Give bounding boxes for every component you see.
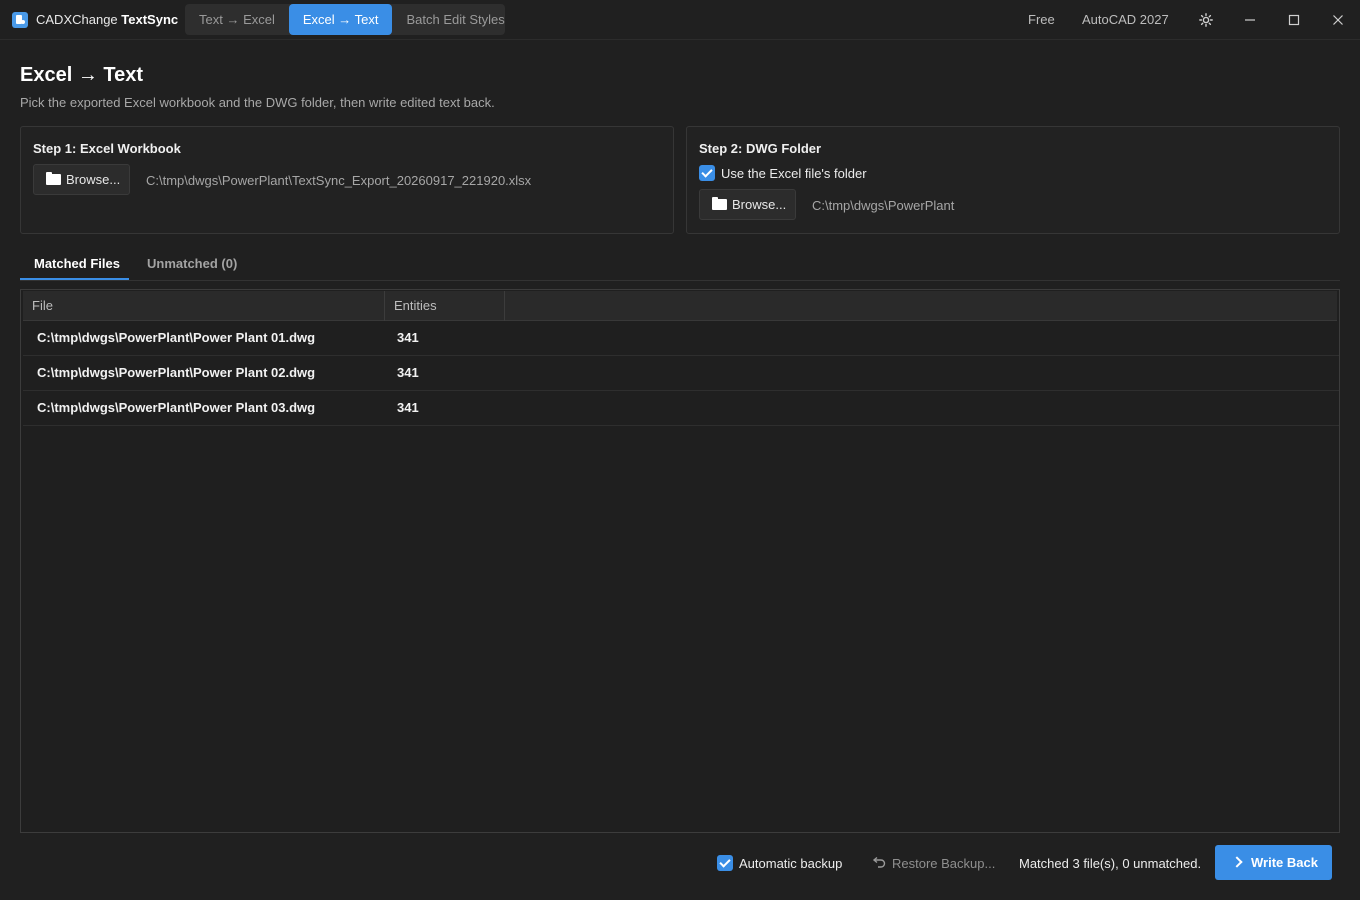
use-excel-folder-label: Use the Excel file's folder (721, 166, 867, 181)
column-header-file[interactable]: File (23, 291, 385, 321)
cell-entities: 341 (397, 400, 419, 415)
app-title: CADXChange TextSync (36, 12, 179, 27)
table-row[interactable]: C:\tmp\dwgs\PowerPlant\Power Plant 02.dw… (23, 356, 1339, 391)
sun-icon[interactable] (1199, 13, 1213, 27)
column-header-entities[interactable]: Entities (385, 291, 505, 321)
license-label: Free (1028, 12, 1055, 27)
restore-backup-button[interactable]: Restore Backup... (892, 856, 995, 871)
tabs-divider (20, 280, 1340, 281)
chevron-right-icon (1231, 856, 1243, 868)
maximize-icon[interactable] (1272, 0, 1316, 40)
step1-path: C:\tmp\dwgs\PowerPlant\TextSync_Export_2… (146, 173, 532, 188)
table-row[interactable]: C:\tmp\dwgs\PowerPlant\Power Plant 03.dw… (23, 391, 1339, 426)
tab-unmatched[interactable]: Unmatched (0) (147, 256, 237, 271)
step1-browse-button[interactable]: Browse... (33, 164, 130, 195)
use-excel-folder-checkbox[interactable] (699, 165, 715, 181)
step1-panel: Step 1: Excel Workbook Browse... C:\tmp\… (20, 126, 674, 234)
page-subtitle: Pick the exported Excel workbook and the… (20, 95, 495, 110)
cell-file: C:\tmp\dwgs\PowerPlant\Power Plant 02.dw… (37, 365, 316, 380)
cell-file: C:\tmp\dwgs\PowerPlant\Power Plant 03.dw… (37, 400, 316, 415)
step1-title: Step 1: Excel Workbook (33, 141, 181, 156)
cell-entities: 341 (397, 365, 419, 380)
tab-text-to-excel[interactable]: Text → Excel (185, 4, 289, 35)
matched-files-table[interactable]: File Entities C:\tmp\dwgs\PowerPlant\Pow… (20, 289, 1340, 833)
active-tab-indicator (20, 278, 129, 280)
host-app-label[interactable]: AutoCAD 2027 (1082, 0, 1169, 40)
step2-path: C:\tmp\dwgs\PowerPlant (812, 198, 955, 213)
automatic-backup-label: Automatic backup (739, 856, 843, 871)
step2-title: Step 2: DWG Folder (699, 141, 822, 156)
automatic-backup-checkbox[interactable] (717, 855, 733, 871)
write-back-button[interactable]: Write Back (1215, 845, 1332, 880)
undo-icon (872, 856, 886, 868)
tab-excel-to-text[interactable]: Excel → Text (288, 4, 393, 35)
step2-browse-button[interactable]: Browse... (699, 189, 796, 220)
status-text: Matched 3 file(s), 0 unmatched. (1019, 856, 1202, 871)
title-bar: CADXChange TextSync Text → Excel Excel →… (0, 0, 1360, 40)
page-title: Excel → Text (20, 64, 144, 86)
step2-panel: Step 2: DWG Folder Use the Excel file's … (686, 126, 1340, 234)
app-logo-icon (12, 12, 28, 28)
folder-icon (712, 197, 727, 210)
tab-batch-edit-styles[interactable]: Batch Edit Styles (392, 4, 518, 35)
close-icon[interactable] (1316, 0, 1360, 40)
folder-icon (46, 172, 61, 185)
cell-entities: 341 (397, 330, 419, 345)
table-header: File Entities (23, 291, 1337, 321)
cell-file: C:\tmp\dwgs\PowerPlant\Power Plant 01.dw… (37, 330, 316, 345)
table-row[interactable]: C:\tmp\dwgs\PowerPlant\Power Plant 01.dw… (23, 321, 1339, 356)
mode-tabs: Text → Excel Excel → Text Batch Edit Sty… (185, 4, 505, 35)
minimize-icon[interactable] (1228, 0, 1272, 40)
tab-matched-files[interactable]: Matched Files (34, 256, 120, 271)
